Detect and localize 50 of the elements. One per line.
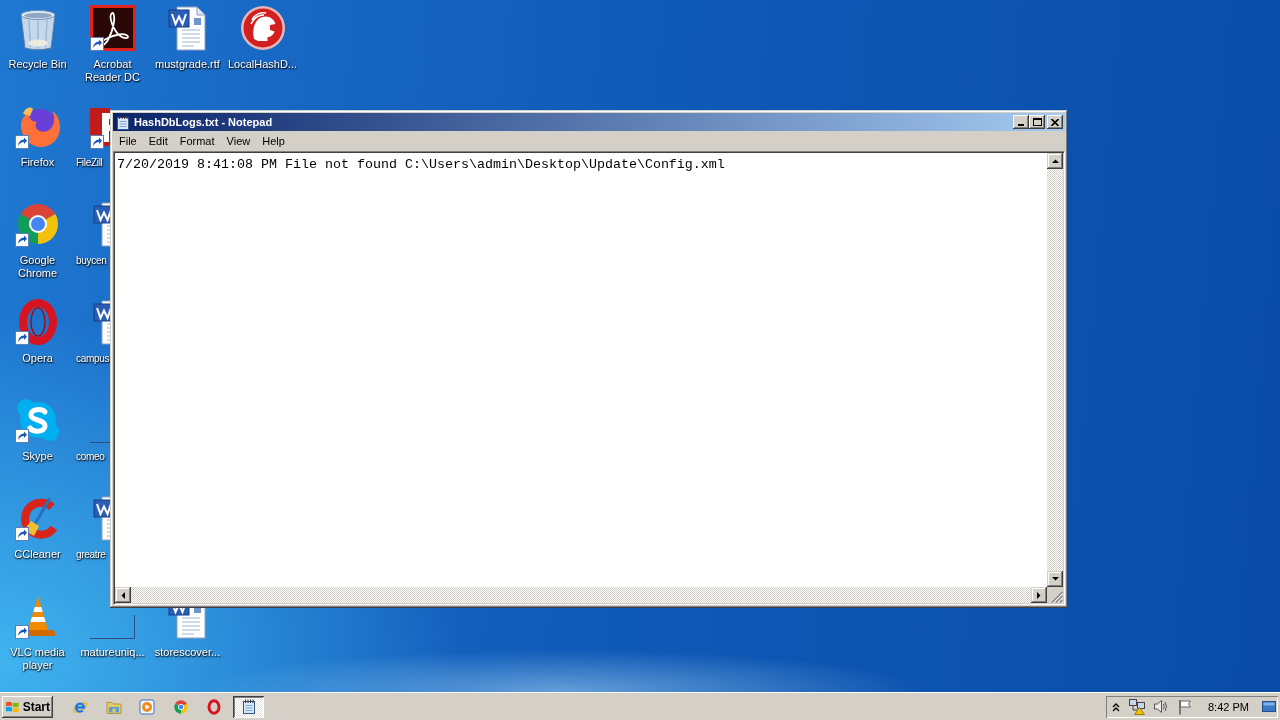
chevron-up-icon[interactable] xyxy=(1112,701,1120,712)
down-arrow-icon xyxy=(1051,577,1059,581)
desktop-shortcut[interactable]: matureuniq... xyxy=(76,614,149,659)
speaker-icon[interactable] xyxy=(1153,699,1168,714)
desktop-shortcut[interactable]: VLC media player xyxy=(1,592,74,672)
taskbar-button[interactable] xyxy=(233,695,264,718)
desktop-shortcut[interactable]: LocalHashD... xyxy=(226,4,299,71)
flag-icon[interactable] xyxy=(1177,698,1193,715)
notepad-icon xyxy=(241,699,256,714)
network-warning-icon[interactable] xyxy=(1128,698,1146,715)
scroll-right-button[interactable] xyxy=(1031,587,1047,603)
document-text: 7/20/2019 8:41:08 PM File not found C:\Users\admin\Desktop\Update\Config.xml xyxy=(117,158,725,172)
minimize-button[interactable] xyxy=(1013,115,1029,129)
right-arrow-icon xyxy=(1037,591,1041,599)
opera-icon[interactable] xyxy=(206,698,222,715)
desktop-shortcut[interactable]: Recycle Bin xyxy=(1,4,74,71)
scroll-left-button[interactable] xyxy=(115,587,131,603)
maximize-button[interactable] xyxy=(1029,115,1045,129)
desktop-shortcut[interactable]: CCleaner xyxy=(1,494,74,561)
menu-item[interactable]: Format xyxy=(173,132,221,149)
media-player-icon[interactable] xyxy=(139,698,155,715)
left-arrow-icon xyxy=(121,591,125,599)
minimize-icon xyxy=(1018,124,1024,126)
start-button[interactable]: Start xyxy=(2,695,53,718)
maximize-icon xyxy=(1032,118,1042,126)
show-desktop-icon[interactable] xyxy=(1262,700,1276,713)
close-button[interactable] xyxy=(1047,115,1063,129)
desktop-shortcut[interactable]: Google Chrome xyxy=(1,200,74,280)
horizontal-scrollbar[interactable] xyxy=(115,587,1047,603)
menu-item[interactable]: Help xyxy=(256,132,291,149)
clock[interactable]: 8:42 PM xyxy=(1208,700,1249,713)
start-logo-icon xyxy=(5,699,20,714)
desktop-shortcut[interactable]: Firefox xyxy=(1,102,74,169)
notepad-icon xyxy=(116,114,130,130)
vertical-scrollbar[interactable] xyxy=(1047,153,1063,587)
desktop-shortcut[interactable]: Skype xyxy=(1,396,74,463)
menu-item[interactable]: File xyxy=(113,132,143,149)
up-arrow-icon xyxy=(1051,159,1059,163)
scroll-down-button[interactable] xyxy=(1047,571,1063,587)
desktop-shortcut[interactable]: Opera xyxy=(1,298,74,365)
close-icon xyxy=(1051,118,1059,126)
chrome-icon[interactable] xyxy=(172,698,189,715)
menu-item[interactable]: Edit xyxy=(142,132,174,149)
desktop-shortcut[interactable]: Acrobat Reader DC xyxy=(76,4,149,84)
desktop-shortcut[interactable]: mustgrade.rtf xyxy=(151,4,224,71)
scroll-up-button[interactable] xyxy=(1047,153,1063,169)
desktop-shortcut[interactable]: comeo xyxy=(75,441,110,463)
menu-item[interactable]: View xyxy=(220,132,257,149)
size-grip-icon[interactable] xyxy=(1051,591,1063,603)
window-title: HashDbLogs.txt - Notepad xyxy=(134,116,273,128)
